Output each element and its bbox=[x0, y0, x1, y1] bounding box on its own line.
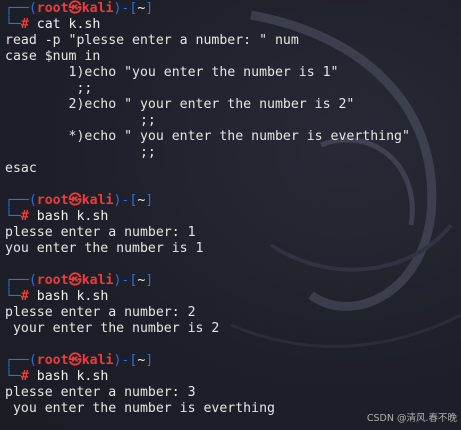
prompt-user: root bbox=[36, 353, 69, 368]
output-line: you enter the number is 1 bbox=[5, 241, 204, 256]
prompt-line: ┌──(root㉿kali)-[~] bbox=[5, 273, 461, 289]
output-line: ;; bbox=[5, 113, 156, 128]
output-line: *)echo " you enter the number is everthi… bbox=[5, 129, 410, 144]
command-line: └─# bash k.sh bbox=[5, 209, 461, 225]
prompt-bracket: ] bbox=[145, 353, 154, 368]
prompt-bracket: )-[ bbox=[113, 273, 138, 288]
prompt-bracket: ] bbox=[145, 1, 154, 16]
command-line: └─# bash k.sh bbox=[5, 369, 461, 385]
prompt-corner: └─ bbox=[5, 289, 21, 304]
prompt-corner: └─ bbox=[5, 17, 21, 32]
prompt-user: root bbox=[36, 1, 69, 16]
command-text: bash k.sh bbox=[36, 369, 109, 384]
prompt-host: kali bbox=[81, 193, 114, 208]
prompt-bracket: )-[ bbox=[113, 353, 138, 368]
output-line: read -p "plesse enter a number: " num bbox=[5, 33, 299, 48]
prompt-bracket: ] bbox=[145, 193, 154, 208]
prompt-line: ┌──(root㉿kali)-[~] bbox=[5, 1, 461, 17]
command-text: cat k.sh bbox=[36, 17, 101, 32]
prompt-bracket: ┌──( bbox=[5, 273, 37, 288]
prompt-host: kali bbox=[81, 273, 114, 288]
output-line: plesse enter a number: 3 bbox=[5, 385, 196, 400]
prompt-hash: # bbox=[20, 209, 29, 224]
prompt-user: root bbox=[36, 193, 69, 208]
prompt-bracket: ┌──( bbox=[5, 193, 37, 208]
skull-icon: ㉿ bbox=[68, 1, 82, 16]
watermark: CSDN @清风.春不晚 bbox=[366, 413, 457, 424]
prompt-hash: # bbox=[20, 17, 29, 32]
skull-icon: ㉿ bbox=[68, 273, 82, 288]
prompt-bracket: ┌──( bbox=[5, 1, 37, 16]
prompt-bracket: ] bbox=[145, 273, 154, 288]
command-line: └─# cat k.sh bbox=[5, 17, 461, 33]
prompt-user: root bbox=[36, 273, 69, 288]
prompt-bracket: )-[ bbox=[113, 1, 138, 16]
output-line: your enter the number is 2 bbox=[5, 321, 220, 336]
prompt-bracket: ┌──( bbox=[5, 353, 37, 368]
command-line: └─# bash k.sh bbox=[5, 289, 461, 305]
prompt-bracket: )-[ bbox=[113, 193, 138, 208]
output-line: esac bbox=[5, 161, 37, 176]
prompt-host: kali bbox=[81, 1, 114, 16]
output-line: 2)echo " your enter the number is 2" bbox=[5, 97, 355, 112]
output-line: plesse enter a number: 2 bbox=[5, 305, 196, 320]
output-line: ;; bbox=[5, 81, 93, 96]
command-text: bash k.sh bbox=[36, 209, 109, 224]
prompt-hash: # bbox=[20, 289, 29, 304]
prompt-line: ┌──(root㉿kali)-[~] bbox=[5, 353, 461, 369]
prompt-host: kali bbox=[81, 353, 114, 368]
skull-icon: ㉿ bbox=[68, 193, 82, 208]
prompt-corner: └─ bbox=[5, 209, 21, 224]
command-text: bash k.sh bbox=[36, 289, 109, 304]
prompt-corner: └─ bbox=[5, 369, 21, 384]
output-line: case $num in bbox=[5, 49, 101, 64]
prompt-hash: # bbox=[20, 369, 29, 384]
prompt-line: ┌──(root㉿kali)-[~] bbox=[5, 193, 461, 209]
skull-icon: ㉿ bbox=[68, 353, 82, 368]
terminal-window[interactable]: ┌──(root㉿kali)-[~] └─# cat k.sh read -p … bbox=[0, 0, 461, 430]
output-line: ;; bbox=[5, 145, 156, 160]
terminal-output: ┌──(root㉿kali)-[~] └─# cat k.sh read -p … bbox=[5, 1, 461, 417]
output-line: plesse enter a number: 1 bbox=[5, 225, 196, 240]
output-line: 1)echo "you enter the number is 1" bbox=[5, 65, 339, 80]
